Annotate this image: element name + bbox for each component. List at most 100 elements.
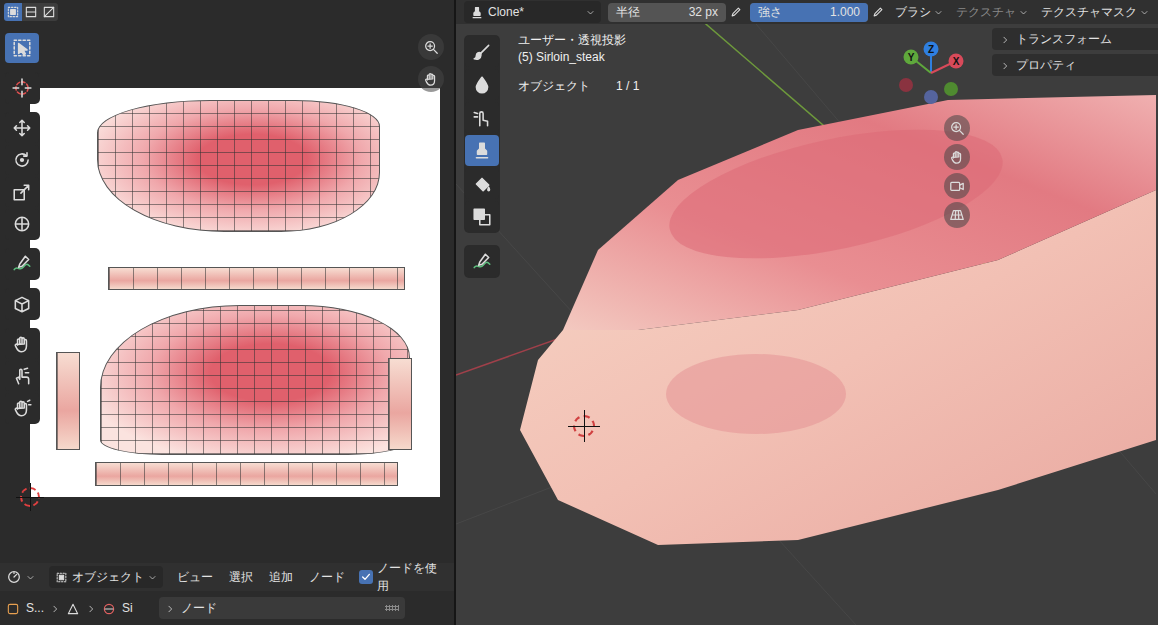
2d-cursor[interactable] xyxy=(20,487,40,507)
object-count-label: オブジェクト xyxy=(518,78,590,95)
pressure-pen-icon[interactable] xyxy=(729,5,743,19)
soften-drop-icon[interactable] xyxy=(465,69,499,100)
draw-brush-icon[interactable] xyxy=(465,36,499,67)
navigation-gizmo[interactable]: ZYX xyxy=(896,40,966,110)
select-mode-button[interactable] xyxy=(4,3,22,21)
rotate-icon[interactable] xyxy=(5,145,39,175)
material-crumb[interactable]: Si xyxy=(122,599,133,617)
3d-cursor[interactable] xyxy=(573,415,595,437)
zoom-icon[interactable] xyxy=(418,34,444,60)
negative-axis-dot[interactable] xyxy=(924,90,938,104)
pinch-icon[interactable] xyxy=(5,361,39,391)
uv-editor: オブジェクト ビュー選択追加ノード ノードを使用 S... Si ノード xyxy=(0,0,456,625)
menu-item[interactable]: 選択 xyxy=(229,568,253,586)
move-icon[interactable] xyxy=(5,113,39,143)
dropdown-label: テクスチャ xyxy=(956,3,1016,21)
use-nodes-checkbox[interactable] xyxy=(359,570,373,584)
expand-chevron-icon[interactable] xyxy=(165,599,175,617)
pressure-pen-icon[interactable] xyxy=(871,5,885,19)
view-name: ユーザー・透視投影 xyxy=(518,32,639,49)
field-value: 1.000 xyxy=(830,3,860,21)
axis-dot[interactable] xyxy=(949,54,964,69)
field-label: 半径 xyxy=(616,3,640,21)
paint-toolbar xyxy=(464,35,500,278)
viewport-navigation xyxy=(944,115,970,228)
node-editor-header: オブジェクト ビュー選択追加ノード ノードを使用 xyxy=(0,563,454,591)
object-count: 1 / 1 xyxy=(616,78,639,95)
sidebar-panels: トランスフォームプロパティ xyxy=(992,28,1158,76)
axis-dot[interactable] xyxy=(904,50,919,65)
node-panel-header[interactable]: ノード xyxy=(159,597,405,619)
use-nodes-label: ノードを使用 xyxy=(377,559,448,595)
breadcrumb-bar: S... Si ノード xyxy=(0,591,454,625)
expand-chevron-icon[interactable] xyxy=(1000,56,1010,74)
axis-label: Y xyxy=(908,52,915,63)
brush-name: Clone* xyxy=(488,3,524,21)
field-value: 32 px xyxy=(689,3,718,21)
object-crumb[interactable]: S... xyxy=(26,599,44,617)
steak-model xyxy=(456,24,1156,625)
dropdown-chevron-icon xyxy=(1140,3,1149,21)
sidebar-tab-label: プロパティ xyxy=(1016,56,1076,74)
uv-canvas[interactable] xyxy=(0,24,454,563)
select-mode-bar xyxy=(0,0,454,24)
mask-icon[interactable] xyxy=(465,201,499,232)
select-mode-button[interactable] xyxy=(40,3,58,21)
dropdown-chevron-icon xyxy=(1019,3,1028,21)
header-dropdown: テクスチャ xyxy=(953,3,1031,21)
viewport-canvas[interactable]: ユーザー・透視投影 (5) Sirloin_steak オブジェクト 1 / 1… xyxy=(456,24,1158,625)
camera-icon[interactable] xyxy=(944,173,970,199)
object-icon xyxy=(6,599,20,617)
zoom-icon[interactable] xyxy=(944,115,970,141)
header-dropdown[interactable]: ブラシ xyxy=(892,3,946,21)
uv-toolbar xyxy=(4,32,40,424)
pan-hand-icon[interactable] xyxy=(418,66,444,92)
axis-dot[interactable] xyxy=(924,42,939,57)
panel-label: ノード xyxy=(181,599,217,617)
object-name: (5) Sirloin_steak xyxy=(518,49,639,66)
header-dropdown[interactable]: テクスチャマスク xyxy=(1038,3,1152,21)
sidebar-panel-tab[interactable]: プロパティ xyxy=(992,54,1158,76)
brush-setting-field[interactable]: 強さ 1.000 xyxy=(750,3,868,22)
relax-icon[interactable] xyxy=(5,393,39,423)
cube-icon[interactable] xyxy=(5,289,39,319)
mesh-icon[interactable] xyxy=(66,599,80,617)
annotate-icon[interactable] xyxy=(5,249,39,279)
brush-dropdown[interactable]: Clone* xyxy=(464,1,601,23)
pan-hand-icon[interactable] xyxy=(944,144,970,170)
grab-icon[interactable] xyxy=(5,329,39,359)
select-box-icon[interactable] xyxy=(5,33,39,63)
fill-bucket-icon[interactable] xyxy=(465,168,499,199)
transform-icon[interactable] xyxy=(5,209,39,239)
clone-stamp-icon[interactable] xyxy=(465,135,499,166)
view-info: ユーザー・透視投影 (5) Sirloin_steak オブジェクト 1 / 1 xyxy=(518,32,639,95)
negative-axis-dot[interactable] xyxy=(899,78,913,92)
tool-settings-header: Clone* 半径 32 px 強さ 1.000 ブラシ テクスチャ テクスチャマスク xyxy=(456,0,1158,24)
menu-item[interactable]: ビュー xyxy=(177,568,213,586)
axis-label: Z xyxy=(928,44,934,55)
select-mode-button[interactable] xyxy=(22,3,40,21)
sidebar-panel-tab[interactable]: トランスフォーム xyxy=(992,28,1158,50)
cursor-icon[interactable] xyxy=(5,73,39,103)
expand-chevron-icon[interactable] xyxy=(1000,30,1010,48)
brush-setting-field[interactable]: 半径 32 px xyxy=(608,3,726,22)
sidebar-tab-label: トランスフォーム xyxy=(1016,30,1112,48)
field-label: 強さ xyxy=(758,3,782,21)
scale-icon[interactable] xyxy=(5,177,39,207)
grid-icon[interactable] xyxy=(944,202,970,228)
3d-viewport: Clone* 半径 32 px 強さ 1.000 ブラシ テクスチャ テクスチャマスク xyxy=(456,0,1158,625)
smear-icon[interactable] xyxy=(465,102,499,133)
menu-item[interactable]: 追加 xyxy=(269,568,293,586)
dropdown-label: ブラシ xyxy=(895,3,931,21)
mode-label: オブジェクト xyxy=(72,568,144,586)
use-nodes-toggle[interactable]: ノードを使用 xyxy=(359,559,448,595)
dropdown-chevron-icon xyxy=(934,3,943,21)
menu-bar: ビュー選択追加ノード xyxy=(177,568,345,586)
mode-dropdown[interactable]: オブジェクト xyxy=(49,566,163,588)
editor-type-icon[interactable] xyxy=(6,569,35,585)
negative-axis-dot[interactable] xyxy=(944,82,958,96)
drag-grip-icon[interactable] xyxy=(385,605,399,611)
menu-item[interactable]: ノード xyxy=(309,568,345,586)
annotate-icon[interactable] xyxy=(465,246,499,277)
material-icon xyxy=(102,599,116,617)
